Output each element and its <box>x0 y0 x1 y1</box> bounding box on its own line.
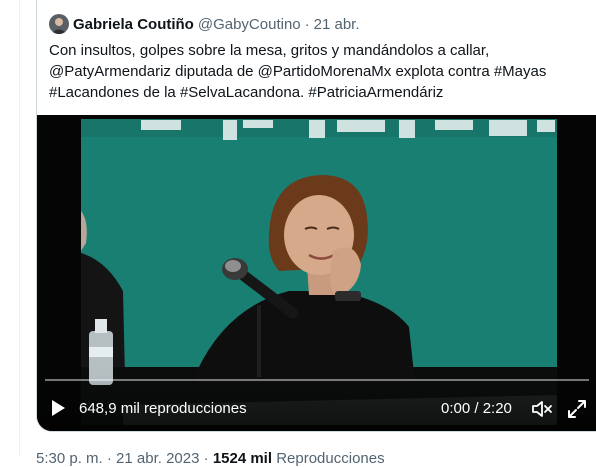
tweet-text: Con insultos, golpes sobre la mesa, grit… <box>49 42 547 101</box>
separator-dot: · <box>304 15 310 33</box>
video-player[interactable]: 648,9 mil reproducciones 0:00 / 2:20 <box>37 115 596 431</box>
timeline-divider <box>19 0 20 456</box>
views-count: 1524 mil <box>212 450 273 467</box>
video-progress-bar[interactable] <box>45 379 589 381</box>
views-label: Reproducciones <box>276 450 385 467</box>
fullscreen-icon[interactable] <box>567 399 587 419</box>
video-time: 0:00 / 2:20 <box>441 400 512 417</box>
post-time[interactable]: 5:30 p. m. <box>36 450 103 467</box>
avatar[interactable] <box>49 14 69 34</box>
author-handle[interactable]: @GabyCoutino <box>198 16 301 33</box>
tweet-date[interactable]: 21 abr. <box>314 16 360 33</box>
quoted-tweet-card[interactable]: Gabriela Coutiño @GabyCoutino · 21 abr. … <box>36 0 596 432</box>
tweet-meta-footer: 5:30 p. m. · 21 abr. 2023 · 1524 mil Rep… <box>36 450 385 467</box>
author-name[interactable]: Gabriela Coutiño <box>73 16 194 33</box>
play-icon[interactable] <box>49 398 67 418</box>
video-view-count: 648,9 mil reproducciones <box>79 400 247 417</box>
footer-separator: · <box>203 450 209 467</box>
footer-separator: · <box>106 450 112 467</box>
volume-muted-icon[interactable] <box>531 399 555 419</box>
post-date[interactable]: 21 abr. 2023 <box>116 450 199 467</box>
tweet-header: Gabriela Coutiño @GabyCoutino · 21 abr. <box>49 14 360 34</box>
